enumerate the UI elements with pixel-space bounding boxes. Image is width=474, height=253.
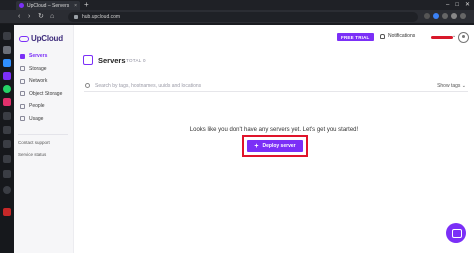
object-storage-icon <box>20 91 25 97</box>
sidebar-item-label: Object Storage <box>29 90 63 97</box>
sidebar-item-label: Servers <box>29 53 48 60</box>
app-sidebar: UpCloud Servers Storage Network Object S… <box>14 25 74 253</box>
close-tab-icon[interactable]: × <box>74 3 77 9</box>
home-icon[interactable]: ⌂ <box>50 12 54 22</box>
window-controls: – □ ✕ <box>446 0 470 10</box>
usage-icon <box>20 116 25 122</box>
deploy-server-button[interactable]: + Deploy server <box>247 140 303 152</box>
service-status-link[interactable]: Service status <box>18 152 46 157</box>
storage-icon <box>20 66 25 72</box>
sidebar-item-network[interactable]: Network <box>18 75 72 88</box>
address-bar: ‹ › ↻ ⌂ hub.upcloud.com <box>0 10 474 24</box>
player-icon[interactable] <box>3 140 11 148</box>
total-count: TOTAL 0 <box>126 58 146 63</box>
sidebar-nav: Servers Storage Network Object Storage P… <box>18 50 72 125</box>
forward-icon[interactable]: › <box>28 12 30 22</box>
downloads-icon[interactable] <box>3 126 11 134</box>
servers-icon <box>20 53 25 59</box>
network-icon <box>20 78 25 84</box>
menu-icon[interactable] <box>460 13 466 19</box>
browser-window: UpCloud – Servers × + – □ ✕ ‹ › ↻ ⌂ hub.… <box>0 0 474 253</box>
search-bar: Show tags ⌄ <box>84 80 468 92</box>
chat-support-icon[interactable] <box>446 223 466 243</box>
clock-icon[interactable] <box>3 155 11 163</box>
upcloud-app: UpCloud Servers Storage Network Object S… <box>14 25 474 253</box>
settings-gear-icon[interactable] <box>3 186 11 194</box>
extension-icon[interactable] <box>3 72 11 80</box>
back-icon[interactable]: ‹ <box>18 12 20 22</box>
messenger-icon[interactable] <box>3 59 11 67</box>
camera-icon[interactable] <box>424 13 430 19</box>
maximize-icon[interactable]: □ <box>455 0 459 10</box>
search-input[interactable] <box>95 81 395 90</box>
notifications-button[interactable]: Notifications <box>380 33 415 39</box>
sidebar-item-object-storage[interactable]: Object Storage <box>18 88 72 101</box>
sidebar-item-usage[interactable]: Usage <box>18 113 72 126</box>
empty-state-message: Looks like you don't have any servers ye… <box>189 127 359 133</box>
account-icon[interactable] <box>451 13 457 19</box>
plus-icon: + <box>254 142 259 150</box>
sidebar-item-label: Network <box>29 78 48 85</box>
reload-icon[interactable]: ↻ <box>38 12 44 22</box>
brand-name: UpCloud <box>31 34 63 43</box>
opera-sidebar <box>0 0 14 253</box>
tab-title: UpCloud – Servers <box>27 2 70 9</box>
upcloud-logo[interactable]: UpCloud <box>19 34 63 43</box>
url-text: hub.upcloud.com <box>82 14 121 20</box>
notifications-label: Notifications <box>388 33 416 39</box>
tab-bar: UpCloud – Servers × + – □ ✕ <box>0 0 474 10</box>
sidebar-item-label: Usage <box>29 115 44 122</box>
sidebar-divider <box>18 134 68 135</box>
favorites-icon[interactable] <box>3 170 11 178</box>
people-icon <box>20 103 25 109</box>
contact-support-link[interactable]: Contact support <box>18 140 50 145</box>
lock-icon <box>74 15 78 19</box>
download-icon[interactable] <box>442 13 448 19</box>
search-icon <box>85 83 90 88</box>
bell-icon <box>380 33 385 39</box>
heart-icon[interactable] <box>433 13 439 19</box>
sidebar-item-label: Storage <box>29 65 47 72</box>
page-title: Servers <box>98 56 126 65</box>
sidebar-item-servers[interactable]: Servers <box>18 50 72 63</box>
pinned-icon[interactable] <box>3 208 11 216</box>
new-tab-button[interactable]: + <box>84 0 89 10</box>
upcloud-favicon-icon <box>19 3 24 8</box>
whatsapp-icon[interactable] <box>3 85 11 93</box>
bookmarks-icon[interactable] <box>3 46 11 54</box>
sidebar-item-label: People <box>29 103 45 110</box>
sidebar-item-people[interactable]: People <box>18 100 72 113</box>
url-field[interactable]: hub.upcloud.com <box>68 12 418 22</box>
instagram-icon[interactable] <box>3 98 11 106</box>
cloud-logo-icon <box>19 35 29 42</box>
avatar[interactable] <box>458 32 469 43</box>
sidebar-item-storage[interactable]: Storage <box>18 63 72 76</box>
close-window-icon[interactable]: ✕ <box>465 0 470 10</box>
show-tags-toggle[interactable]: Show tags ⌄ <box>437 83 466 89</box>
history-icon[interactable] <box>3 112 11 120</box>
deploy-server-label: Deploy server <box>262 143 296 149</box>
speed-dial-icon[interactable] <box>3 32 11 40</box>
minimize-icon[interactable]: – <box>446 0 449 10</box>
chevron-down-icon[interactable]: ⌄ <box>452 33 456 39</box>
user-name-redacted[interactable] <box>431 36 453 39</box>
browser-tab[interactable]: UpCloud – Servers × <box>16 1 80 10</box>
servers-page-icon <box>83 55 93 65</box>
free-trial-badge[interactable]: FREE TRIAL <box>337 33 374 41</box>
